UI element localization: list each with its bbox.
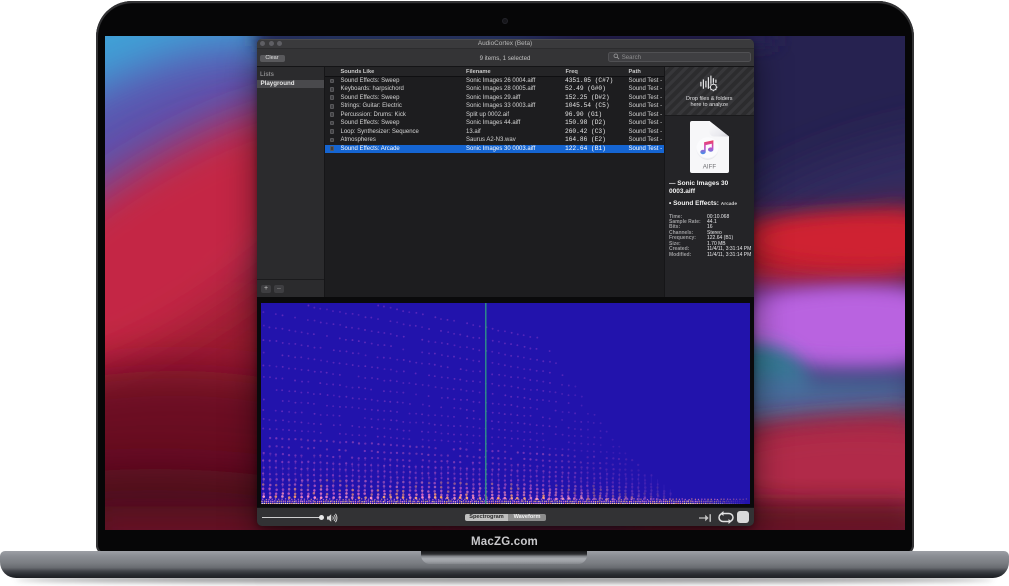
svg-text:AIFF: AIFF — [703, 163, 717, 170]
